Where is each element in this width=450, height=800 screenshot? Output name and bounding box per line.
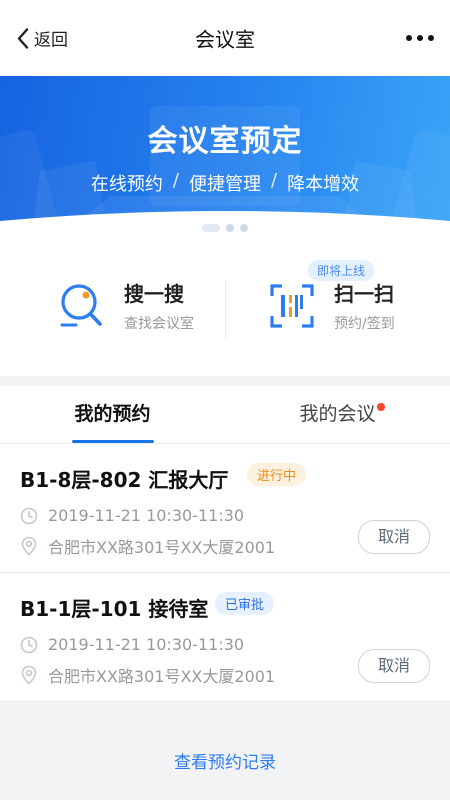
card-divider	[0, 701, 450, 702]
tab-my-bookings[interactable]: 我的预约	[0, 386, 225, 443]
promo-banner[interactable]: 会议室预定 在线预约 / 便捷管理 / 降本增效	[0, 76, 450, 248]
search-action-subtitle: 查找会议室	[124, 316, 194, 332]
booking-address-text: 合肥市XX路301号XX大厦2001	[48, 667, 276, 686]
active-tab-indicator	[72, 440, 154, 443]
room-name: B1-8层-802 汇报大厅	[20, 468, 229, 492]
location-pin-icon	[21, 665, 37, 685]
carousel-dot[interactable]	[226, 224, 234, 232]
carousel-indicator[interactable]	[0, 224, 450, 232]
view-booking-records-link[interactable]: 查看预约记录	[0, 748, 450, 773]
status-badge: 已审批	[215, 592, 275, 615]
search-icon	[60, 283, 102, 326]
banner-separator: /	[271, 170, 278, 191]
search-action[interactable]: 搜一搜 查找会议室	[58, 278, 194, 333]
banner-title: 会议室预定	[147, 124, 303, 159]
booking-address: 合肥市XX路301号XX大厦2001	[20, 663, 275, 687]
banner-subtitle-item: 降本增效	[287, 174, 360, 195]
scan-action[interactable]: 扫一扫 预约/签到	[270, 278, 395, 333]
booking-time: 2019-11-21 10:30-11:30	[20, 635, 244, 654]
status-badge: 进行中	[247, 463, 307, 486]
location-pin-icon	[21, 536, 37, 556]
tab-bar: 我的预约 我的会议	[0, 386, 450, 444]
booking-card[interactable]: B1-8层-802 汇报大厅 进行中 2019-11-21 10:30-11:3…	[0, 444, 450, 572]
tab-my-meetings[interactable]: 我的会议	[225, 386, 450, 443]
notification-dot	[377, 403, 385, 411]
clock-icon	[20, 636, 38, 653]
banner-subtitle-item: 在线预约	[90, 174, 163, 195]
clock-icon	[20, 507, 38, 524]
scan-qrcode-icon	[270, 283, 314, 328]
booking-address: 合肥市XX路301号XX大厦2001	[20, 534, 275, 558]
banner-separator: /	[172, 170, 179, 191]
booking-card[interactable]: B1-1层-101 接待室 已审批 2019-11-21 10:30-11:30…	[0, 573, 450, 701]
booking-time-text: 2019-11-21 10:30-11:30	[48, 635, 245, 654]
scan-action-subtitle: 预约/签到	[334, 316, 395, 332]
quick-actions: 搜一搜 查找会议室 即将上线 扫一扫 预约/签到	[0, 248, 450, 376]
actions-divider	[225, 280, 226, 340]
carousel-dot-active[interactable]	[202, 224, 220, 232]
booking-time: 2019-11-21 10:30-11:30	[20, 506, 244, 525]
scan-action-title: 扫一扫	[334, 282, 394, 306]
search-action-title: 搜一搜	[124, 282, 184, 306]
page-title: 会议室	[195, 27, 255, 52]
nav-bar: 返回 会议室	[0, 0, 450, 76]
cancel-button[interactable]: 取消	[358, 649, 430, 683]
banner-subtitle-item: 便捷管理	[189, 174, 261, 195]
booking-address-text: 合肥市XX路301号XX大厦2001	[48, 538, 276, 557]
carousel-dot[interactable]	[240, 224, 248, 232]
more-dots-icon[interactable]	[406, 35, 434, 41]
cancel-button[interactable]: 取消	[358, 520, 430, 554]
room-name: B1-1层-101 接待室	[20, 597, 209, 621]
booking-time-text: 2019-11-21 10:30-11:30	[48, 506, 245, 525]
banner-subtitle: 在线预约 / 便捷管理 / 降本增效	[0, 170, 450, 196]
